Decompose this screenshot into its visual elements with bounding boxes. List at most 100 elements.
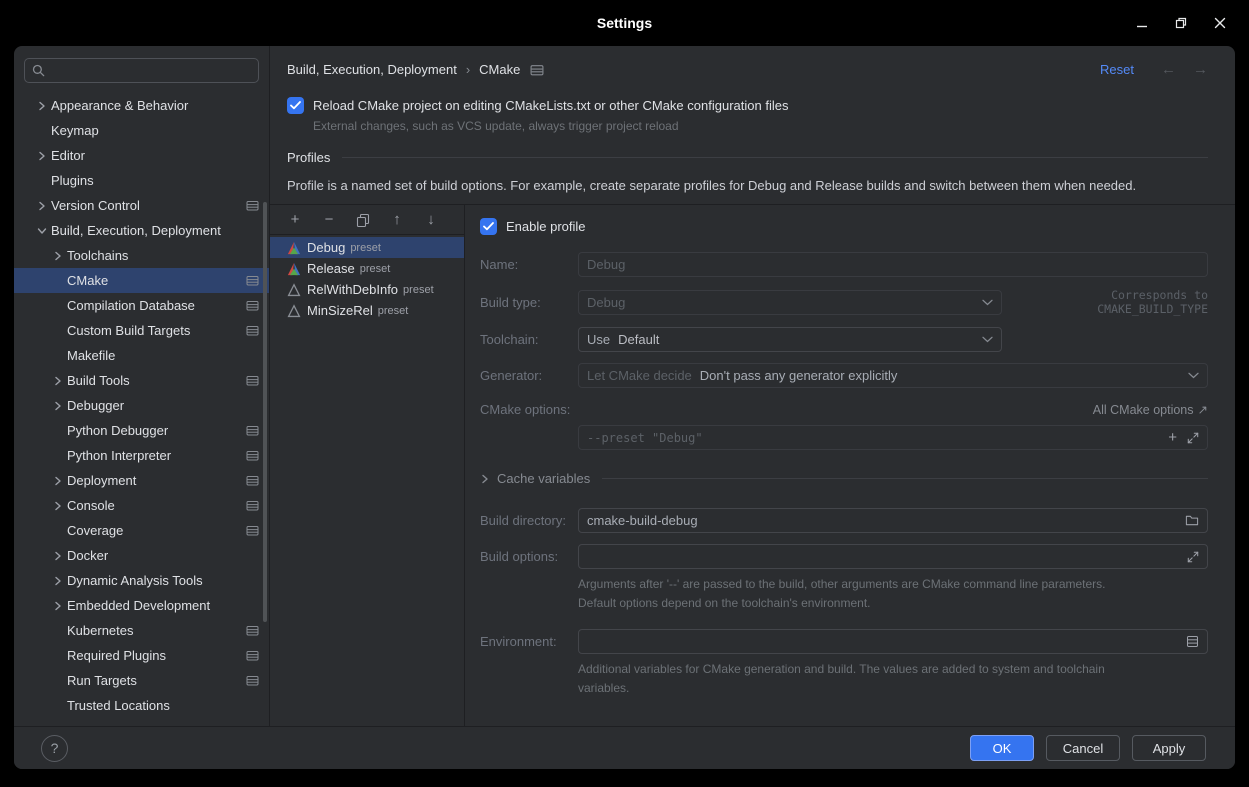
sidebar-item-label: Appearance & Behavior xyxy=(51,98,188,113)
sidebar-item[interactable]: Embedded Development xyxy=(14,593,269,618)
sidebar-item[interactable]: Trusted Locations xyxy=(14,693,269,718)
sidebar-item[interactable]: Build, Execution, Deployment xyxy=(14,218,269,243)
settings-search[interactable] xyxy=(24,58,259,83)
settings-page-icon xyxy=(246,499,259,512)
back-arrow-icon[interactable]: ← xyxy=(1161,62,1176,77)
window-title: Settings xyxy=(597,15,652,31)
sidebar-item[interactable]: CMake xyxy=(14,268,269,293)
sidebar-item[interactable]: Compilation Database xyxy=(14,293,269,318)
sidebar-item-label: Kubernetes xyxy=(67,623,134,638)
toolchain-label: Toolchain: xyxy=(480,332,578,347)
build-directory-label: Build directory: xyxy=(480,513,578,528)
generator-label: Generator: xyxy=(480,368,578,383)
toolchain-select[interactable]: Use Default xyxy=(578,327,1002,352)
sidebar-item[interactable]: Kubernetes xyxy=(14,618,269,643)
sidebar-item-label: Makefile xyxy=(67,348,115,363)
add-option-icon[interactable]: + xyxy=(1168,429,1177,446)
sidebar-item[interactable]: Console xyxy=(14,493,269,518)
sidebar-item[interactable]: Makefile xyxy=(14,343,269,368)
profile-row[interactable]: Release preset xyxy=(270,258,464,279)
cache-variables-label: Cache variables xyxy=(497,471,590,486)
folder-icon[interactable] xyxy=(1185,514,1199,527)
add-profile-button[interactable]: + xyxy=(286,211,304,229)
remove-profile-button[interactable]: − xyxy=(320,211,338,229)
sidebar-item-label: Embedded Development xyxy=(67,598,210,613)
sidebar-item[interactable]: Run Targets xyxy=(14,668,269,693)
reset-link[interactable]: Reset xyxy=(1100,62,1134,77)
sidebar-item[interactable]: Python Interpreter xyxy=(14,443,269,468)
breadcrumb-item[interactable]: CMake xyxy=(479,62,520,77)
build-directory-field[interactable]: cmake-build-debug xyxy=(578,508,1208,533)
sidebar-item[interactable]: Required Plugins xyxy=(14,643,269,668)
cmake-profile-icon xyxy=(286,240,301,255)
sidebar-item[interactable]: Version Control xyxy=(14,193,269,218)
name-field[interactable]: Debug xyxy=(578,252,1208,277)
profile-row[interactable]: MinSizeRel preset xyxy=(270,300,464,321)
build-options-field[interactable] xyxy=(578,544,1208,569)
reload-cmake-checkbox[interactable] xyxy=(287,97,304,114)
profile-row[interactable]: RelWithDebInfo preset xyxy=(270,279,464,300)
sidebar-item[interactable]: Custom Build Targets xyxy=(14,318,269,343)
sidebar-item[interactable]: Dynamic Analysis Tools xyxy=(14,568,269,593)
sidebar-item[interactable]: Coverage xyxy=(14,518,269,543)
profile-preset-badge: preset xyxy=(360,263,391,275)
browse-variables-icon[interactable] xyxy=(1186,635,1199,648)
profiles-description: Profile is a named set of build options.… xyxy=(287,178,1208,193)
cmake-options-value: --preset "Debug" xyxy=(587,431,703,445)
settings-page-icon xyxy=(246,424,259,437)
all-cmake-options-link[interactable]: All CMake options ↗ xyxy=(1093,402,1208,417)
search-icon xyxy=(32,64,45,77)
copy-profile-button[interactable] xyxy=(354,211,372,229)
sidebar-item[interactable]: Keymap xyxy=(14,118,269,143)
profile-preset-badge: preset xyxy=(403,284,434,296)
sidebar-scrollbar[interactable] xyxy=(263,202,267,622)
cache-variables-toggle[interactable]: Cache variables xyxy=(480,471,1208,486)
cmake-options-field[interactable]: --preset "Debug" + xyxy=(578,425,1208,450)
help-button[interactable]: ? xyxy=(41,735,68,762)
sidebar-item[interactable]: Toolchains xyxy=(14,243,269,268)
profile-row[interactable]: Debug preset xyxy=(270,237,464,258)
close-button[interactable] xyxy=(1211,14,1229,32)
breadcrumb-item[interactable]: Build, Execution, Deployment xyxy=(287,62,457,77)
restore-icon xyxy=(1175,17,1187,29)
expand-field-icon[interactable] xyxy=(1187,551,1199,563)
generator-select[interactable]: Let CMake decide Don't pass any generato… xyxy=(578,363,1208,388)
sidebar-item[interactable]: Python Debugger xyxy=(14,418,269,443)
reload-cmake-label: Reload CMake project on editing CMakeLis… xyxy=(313,98,788,113)
sidebar-item[interactable]: Editor xyxy=(14,143,269,168)
sidebar-item-label: Build, Execution, Deployment xyxy=(51,223,221,238)
sidebar-item[interactable]: Deployment xyxy=(14,468,269,493)
sidebar-item-label: Keymap xyxy=(51,123,99,138)
maximize-button[interactable] xyxy=(1172,14,1190,32)
move-down-button[interactable]: ↓ xyxy=(422,211,440,229)
profile-name: Release xyxy=(307,261,355,276)
ok-button[interactable]: OK xyxy=(970,735,1034,761)
build-type-note: Corresponds to CMAKE_BUILD_TYPE xyxy=(1002,288,1208,316)
environment-field[interactable] xyxy=(578,629,1208,654)
expand-field-icon[interactable] xyxy=(1187,432,1199,444)
sidebar-item-label: Docker xyxy=(67,548,108,563)
sidebar-item-label: Dynamic Analysis Tools xyxy=(67,573,203,588)
history-arrows: ← → xyxy=(1161,62,1208,77)
sidebar-item[interactable]: Appearance & Behavior xyxy=(14,93,269,118)
chevron-right-icon xyxy=(51,474,65,488)
settings-page-icon xyxy=(246,649,259,662)
move-up-button[interactable]: ↑ xyxy=(388,211,406,229)
minimize-button[interactable] xyxy=(1133,14,1151,32)
sidebar-item-label: Python Interpreter xyxy=(67,448,171,463)
sidebar-item[interactable]: Docker xyxy=(14,543,269,568)
cmake-profile-icon xyxy=(286,282,301,297)
forward-arrow-icon[interactable]: → xyxy=(1193,62,1208,77)
build-type-select[interactable]: Debug xyxy=(578,290,1002,315)
sidebar-item[interactable]: Debugger xyxy=(14,393,269,418)
search-input[interactable] xyxy=(51,63,251,78)
cmake-options-label: CMake options: xyxy=(480,402,578,417)
sidebar-item[interactable]: Build Tools xyxy=(14,368,269,393)
sidebar-item-label: CMake xyxy=(67,273,108,288)
build-type-label: Build type: xyxy=(480,295,578,310)
sidebar-item[interactable]: Plugins xyxy=(14,168,269,193)
enable-profile-checkbox[interactable] xyxy=(480,218,497,235)
apply-button[interactable]: Apply xyxy=(1132,735,1206,761)
cancel-button[interactable]: Cancel xyxy=(1046,735,1120,761)
toolchain-prefix: Use xyxy=(587,332,610,347)
